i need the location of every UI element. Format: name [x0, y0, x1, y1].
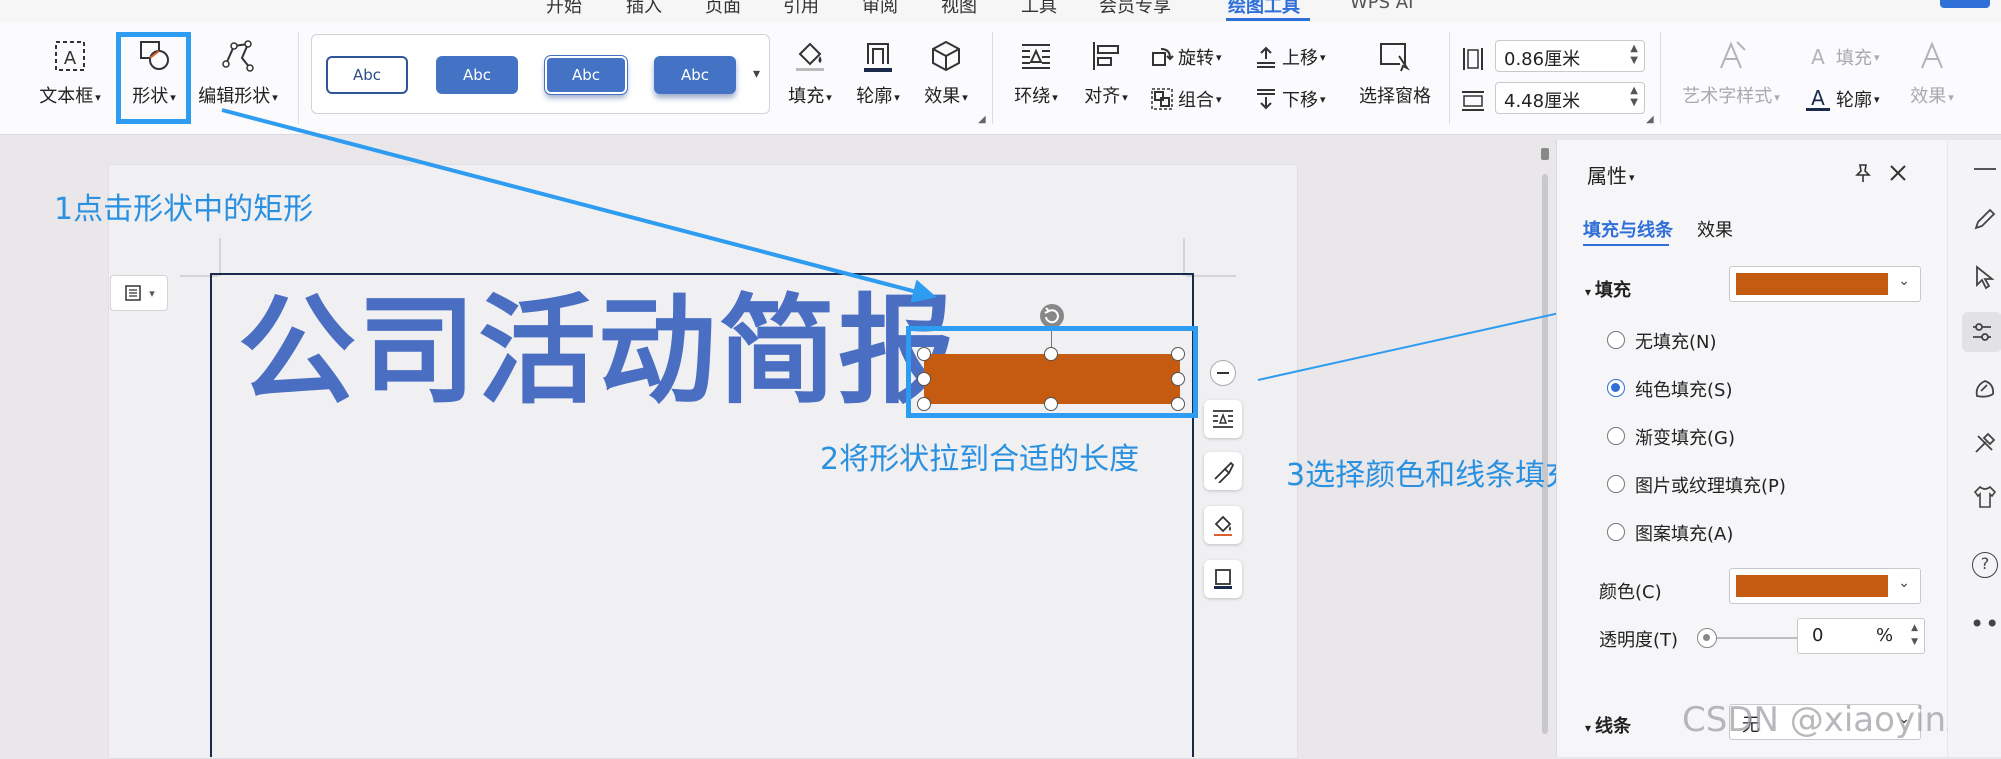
radio-no-fill[interactable]: [1607, 331, 1625, 349]
line-section-header[interactable]: ▾ 线条: [1585, 712, 1631, 738]
pen-icon[interactable]: [1972, 206, 1998, 232]
arrow-to-shape: [221, 108, 937, 303]
fill-section-label: 填充: [1595, 280, 1632, 301]
styles-icon[interactable]: [1972, 376, 1998, 402]
chevron-down-icon: ⌄: [1898, 575, 1910, 591]
collapse-icon: ▾: [1585, 285, 1592, 299]
tools-icon[interactable]: [1972, 430, 1998, 456]
option-solid-fill[interactable]: 纯色填充(S): [1635, 376, 1732, 402]
side-toolbar: ? •••: [1948, 140, 2001, 757]
radio-pattern-fill[interactable]: [1607, 523, 1625, 541]
radio-solid-fill[interactable]: [1607, 379, 1625, 397]
shirt-icon[interactable]: [1972, 484, 1998, 510]
transparency-input[interactable]: 0 % ▲ ▼: [1797, 618, 1925, 654]
radio-gradient-fill[interactable]: [1607, 427, 1625, 445]
properties-tool-button[interactable]: [1962, 312, 2001, 352]
fill-section-header[interactable]: ▾ 填充: [1585, 276, 1631, 302]
option-gradient-fill[interactable]: 渐变填充(G): [1635, 424, 1735, 450]
tab-underline: [1583, 244, 1669, 246]
tab-effect[interactable]: 效果: [1697, 216, 1733, 242]
option-pattern-fill[interactable]: 图案填充(A): [1635, 520, 1733, 546]
radio-picture-fill[interactable]: [1607, 475, 1625, 493]
select-cursor-icon[interactable]: [1972, 264, 1998, 290]
pane-title-label: 属性: [1587, 164, 1627, 188]
tab-fill-line[interactable]: 填充与线条: [1583, 216, 1673, 242]
transparency-label: 透明度(T): [1599, 630, 1679, 651]
sliders-icon: [1973, 323, 1991, 341]
properties-pane: 属性 ▾ 填充与线条 效果 ▾ 填充 ⌄ 无填充(N) 纯色填充(S) 渐变填充(G…: [1556, 140, 1947, 757]
fill-color-dropdown[interactable]: ⌄: [1729, 266, 1921, 302]
fill-color-swatch: [1736, 273, 1888, 295]
chevron-down-icon: ⌄: [1898, 273, 1910, 289]
collapse-icon: ▾: [1585, 721, 1592, 735]
transparency-spinner[interactable]: ▲ ▼: [1911, 621, 1918, 649]
minimize-icon[interactable]: [1974, 168, 1996, 170]
transparency-slider-knob[interactable]: [1697, 628, 1717, 648]
more-icon[interactable]: •••: [1970, 610, 2001, 638]
transparency-value: 0: [1812, 625, 1824, 646]
option-no-fill[interactable]: 无填充(N): [1635, 328, 1717, 354]
close-icon[interactable]: [1887, 162, 1909, 184]
line-section-label: 线条: [1595, 716, 1632, 737]
help-icon[interactable]: ?: [1972, 552, 1998, 578]
color-dropdown[interactable]: ⌄: [1729, 568, 1921, 604]
color-swatch: [1736, 575, 1888, 597]
color-label: 颜色(C): [1599, 582, 1662, 603]
transparency-slider-track[interactable]: [1717, 637, 1803, 639]
percent-sign: %: [1876, 625, 1894, 646]
pin-icon[interactable]: [1852, 162, 1874, 184]
option-picture-fill[interactable]: 图片或纹理填充(P): [1635, 472, 1786, 498]
pane-title[interactable]: 属性 ▾: [1587, 160, 1635, 189]
